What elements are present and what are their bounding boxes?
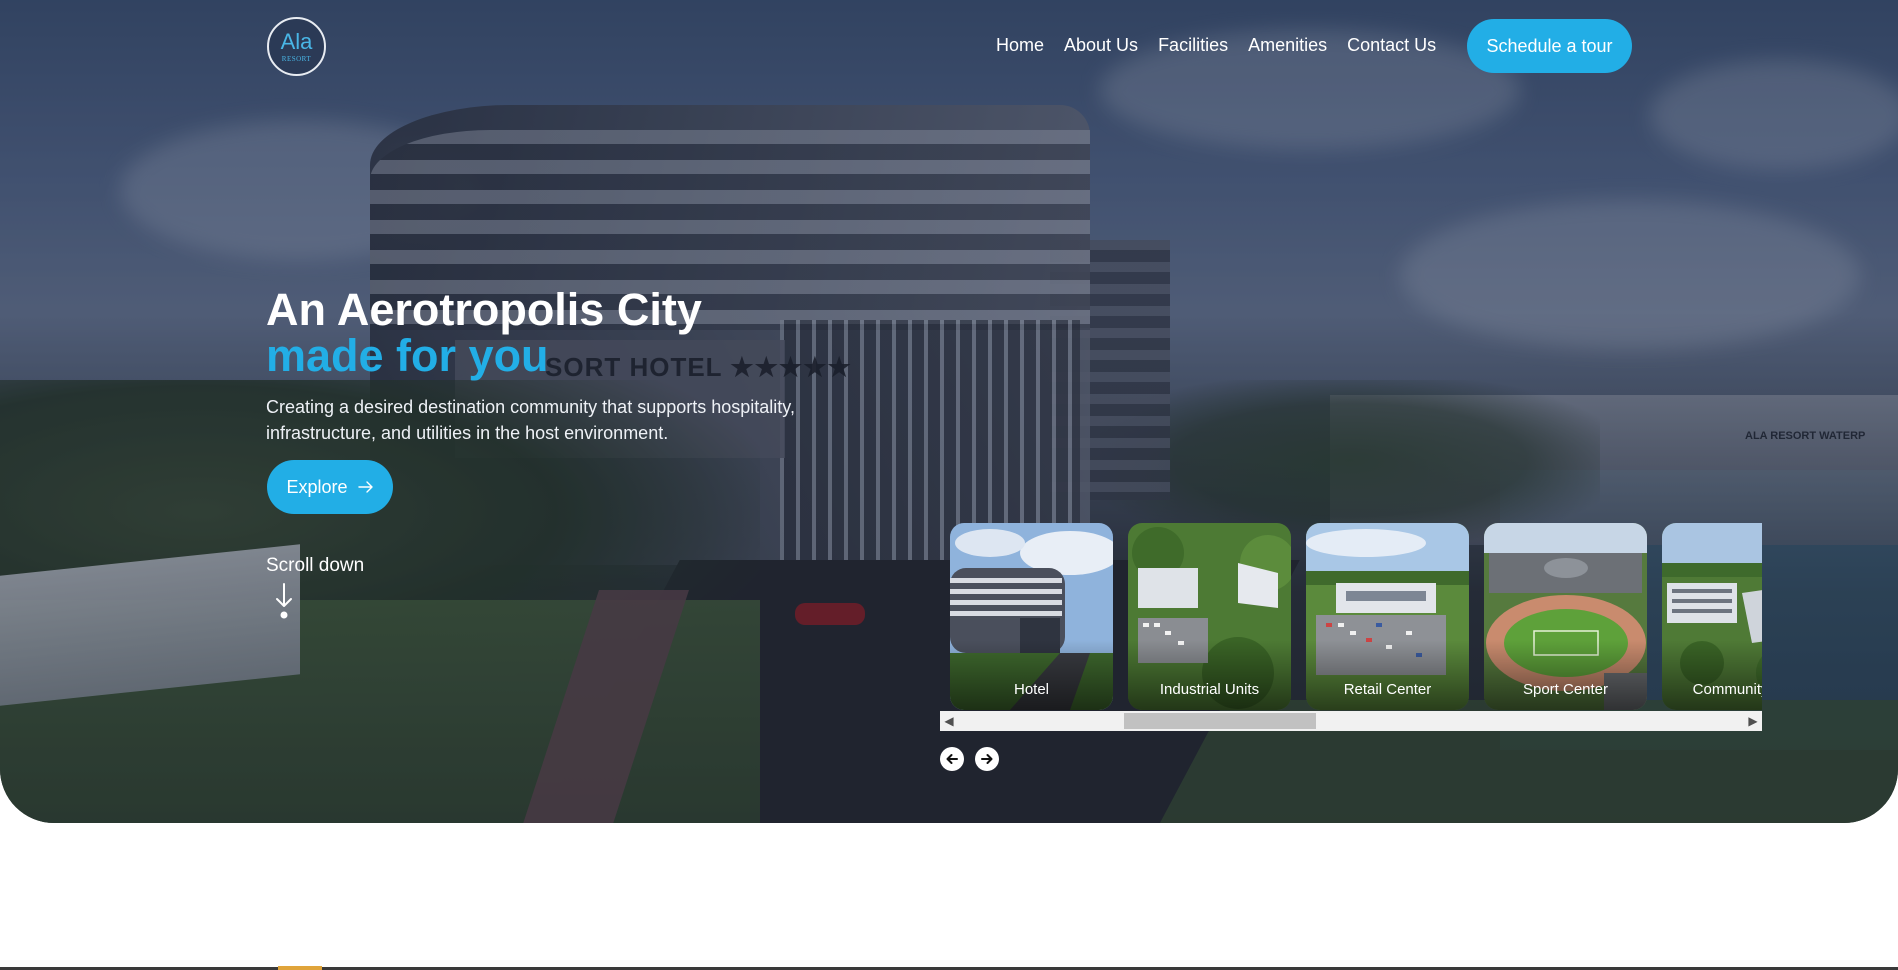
facilities-carousel[interactable]: Hotel Industrial Units Retail Center Spo… xyxy=(940,523,1762,710)
nav-about-us[interactable]: About Us xyxy=(1064,35,1138,56)
hero-title: An Aerotropolis City xyxy=(266,284,702,335)
facility-card-retail-center[interactable]: Retail Center xyxy=(1306,523,1469,710)
nav-facilities[interactable]: Facilities xyxy=(1158,35,1228,56)
facility-card-sport-center[interactable]: Sport Center xyxy=(1484,523,1647,710)
scroll-right-arrow-icon[interactable]: ▶ xyxy=(1744,711,1762,731)
scroll-down-icon[interactable] xyxy=(274,582,294,620)
logo-mark: Ala xyxy=(280,28,313,54)
card-label: Sport Center xyxy=(1522,681,1609,698)
card-label: Industrial Units xyxy=(1159,681,1260,698)
carousel-prev-button[interactable] xyxy=(940,747,964,771)
hero-subtitle: Creating a desired destination community… xyxy=(266,397,795,443)
main-nav: Home About Us Facilities Amenities Conta… xyxy=(996,35,1436,56)
arrow-right-icon xyxy=(357,481,373,493)
logo[interactable]: Ala RESORT xyxy=(267,17,326,76)
facility-card-community-civic[interactable]: Community Civ xyxy=(1662,523,1762,710)
card-label: Community Civ xyxy=(1692,681,1762,698)
facility-card-industrial-units[interactable]: Industrial Units xyxy=(1128,523,1291,710)
card-shade xyxy=(1484,640,1647,710)
card-shade xyxy=(1306,640,1469,710)
nav-amenities[interactable]: Amenities xyxy=(1248,35,1327,56)
logo-subtitle: RESORT xyxy=(281,54,312,63)
divider-accent xyxy=(278,966,322,970)
explore-button[interactable]: Explore xyxy=(267,460,393,514)
carousel-next-button[interactable] xyxy=(975,747,999,771)
arrow-left-icon xyxy=(946,754,958,764)
card-shade xyxy=(1128,640,1291,710)
schedule-tour-button[interactable]: Schedule a tour xyxy=(1467,19,1632,73)
scrollbar-thumb[interactable] xyxy=(1124,713,1317,729)
scroll-left-arrow-icon[interactable]: ◀ xyxy=(940,711,958,731)
carousel-scrollbar[interactable]: ◀ ▶ xyxy=(940,711,1762,731)
explore-label: Explore xyxy=(286,476,348,497)
card-label: Retail Center xyxy=(1343,681,1432,698)
facility-card-hotel[interactable]: Hotel xyxy=(950,523,1113,710)
scroll-down-label[interactable]: Scroll down xyxy=(266,555,364,577)
hero-title-accent: made for you xyxy=(266,330,549,381)
nav-home[interactable]: Home xyxy=(996,35,1044,56)
arrow-right-icon xyxy=(981,754,993,764)
card-label: Hotel xyxy=(1013,681,1050,698)
nav-contact-us[interactable]: Contact Us xyxy=(1347,35,1436,56)
card-shade xyxy=(1662,640,1762,710)
card-shade xyxy=(950,640,1113,710)
